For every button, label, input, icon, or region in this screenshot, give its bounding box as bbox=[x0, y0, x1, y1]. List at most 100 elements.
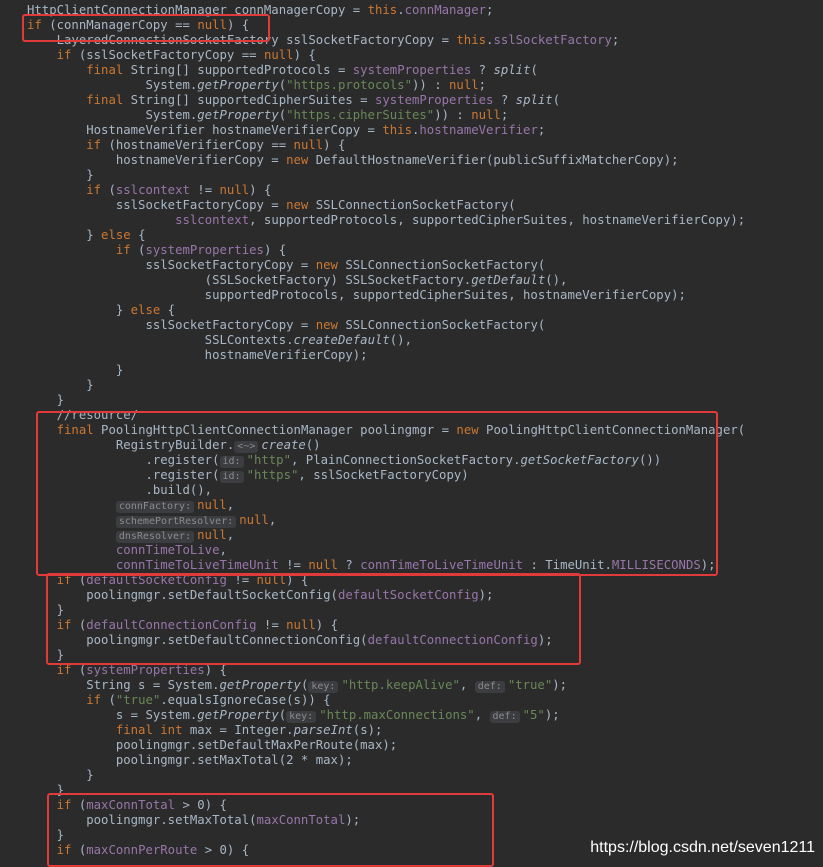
code-line[interactable]: hostnameVerifierCopy); bbox=[27, 348, 368, 363]
code-token: sslSocketFactoryCopy = bbox=[27, 198, 287, 212]
code-token: , bbox=[459, 678, 475, 692]
code-token: ) { bbox=[263, 243, 287, 257]
code-token: getProperty bbox=[197, 78, 279, 92]
code-token: "http.maxConnections" bbox=[319, 708, 475, 722]
code-line[interactable]: HostnameVerifier hostnameVerifierCopy = … bbox=[27, 123, 545, 138]
code-token: "true" bbox=[507, 678, 553, 692]
code-line[interactable]: } bbox=[27, 378, 93, 393]
code-token: final bbox=[115, 723, 153, 737]
code-token: poolingmgr.setDefaultMaxPerRoute(max); bbox=[27, 738, 398, 752]
code-line[interactable]: final String[] supportedCipherSuites = s… bbox=[27, 93, 560, 108]
highlight-box-pooling-manager bbox=[36, 411, 718, 576]
code-token: ( bbox=[300, 678, 309, 692]
code-line[interactable]: } bbox=[27, 363, 123, 378]
code-token: hostnameVerifierCopy); bbox=[27, 348, 368, 362]
code-token: ) { bbox=[204, 663, 227, 677]
code-line[interactable]: } bbox=[27, 168, 93, 183]
code-line[interactable]: if (sslSocketFactoryCopy == null) { bbox=[27, 48, 316, 63]
code-token: String[] supportedCipherSuites = bbox=[123, 93, 375, 107]
code-token: sslcontext bbox=[175, 213, 250, 227]
code-token: String s = System. bbox=[27, 678, 220, 692]
code-line[interactable]: sslcontext, supportedProtocols, supporte… bbox=[27, 213, 745, 228]
code-line[interactable]: String s = System.getProperty(key: "http.… bbox=[27, 678, 567, 693]
code-token: ? bbox=[471, 63, 494, 77]
code-token: System. bbox=[27, 108, 198, 122]
code-token: ; bbox=[500, 108, 509, 122]
code-token: (s); bbox=[352, 723, 383, 737]
code-token: hostnameVerifierCopy = bbox=[27, 153, 287, 167]
code-token: ( bbox=[552, 93, 561, 107]
code-line[interactable]: } bbox=[27, 768, 94, 783]
code-token: s = System. bbox=[27, 708, 198, 722]
code-token: SSLConnectionSocketFactory( bbox=[337, 318, 546, 332]
code-token: "https.cipherSuites" bbox=[286, 108, 435, 122]
code-line[interactable]: if (systemProperties) { bbox=[27, 663, 227, 678]
code-line[interactable]: if (sslcontext != null) { bbox=[27, 183, 271, 198]
code-token: (SSLSocketFactory) SSLSocketFactory. bbox=[27, 273, 472, 287]
code-token: (hostnameVerifierCopy == bbox=[101, 138, 294, 152]
code-line[interactable]: } bbox=[27, 393, 64, 408]
code-token: "http.keepAlive" bbox=[341, 678, 460, 692]
code-token: ; bbox=[537, 123, 546, 137]
code-token: ( bbox=[278, 708, 287, 722]
code-line[interactable]: System.getProperty("https.cipherSuites")… bbox=[27, 108, 508, 123]
code-token: ( bbox=[101, 693, 116, 707]
code-token: )) : bbox=[434, 108, 472, 122]
code-token: systemProperties bbox=[86, 663, 205, 677]
code-line[interactable]: System.getProperty("https.protocols")) :… bbox=[27, 78, 486, 93]
code-line[interactable]: sslSocketFactoryCopy = new SSLConnection… bbox=[27, 258, 545, 273]
code-line[interactable]: } else { bbox=[27, 228, 145, 243]
code-token: if bbox=[86, 138, 102, 152]
parameter-hint: key: bbox=[286, 711, 317, 723]
code-line[interactable]: final int max = Integer.parseInt(s); bbox=[27, 723, 383, 738]
code-token: ( bbox=[530, 63, 538, 77]
code-line[interactable]: (SSLSocketFactory) SSLSocketFactory.getD… bbox=[27, 273, 568, 288]
code-token: ); bbox=[544, 708, 560, 722]
code-token: max = Integer. bbox=[182, 723, 294, 737]
code-token: , bbox=[474, 708, 490, 722]
code-token: ( bbox=[278, 108, 287, 122]
code-line[interactable]: hostnameVerifierCopy = new DefaultHostna… bbox=[27, 153, 679, 168]
parameter-hint: def: bbox=[474, 681, 505, 693]
code-line[interactable]: poolingmgr.setMaxTotal(2 * max); bbox=[27, 753, 353, 768]
code-line[interactable]: } else { bbox=[27, 303, 175, 318]
code-editor[interactable]: HttpClientConnectionManager connManagerC… bbox=[0, 0, 823, 867]
code-token: sslcontext bbox=[115, 183, 190, 197]
code-token: this bbox=[382, 123, 412, 137]
code-token: systemProperties bbox=[374, 93, 494, 107]
code-line[interactable]: final String[] supportedProtocols = syst… bbox=[27, 63, 538, 78]
code-token: poolingmgr.setMaxTotal(2 * max); bbox=[27, 753, 353, 767]
code-line[interactable]: sslSocketFactoryCopy = new SSLConnection… bbox=[27, 198, 516, 213]
code-line[interactable]: supportedProtocols, supportedCipherSuite… bbox=[27, 288, 686, 303]
code-token: } bbox=[27, 363, 124, 377]
code-token: new bbox=[315, 318, 338, 332]
code-line[interactable]: s = System.getProperty(key: "http.maxConn… bbox=[27, 708, 560, 723]
code-token: ; bbox=[611, 33, 620, 47]
code-token: SSLContexts. bbox=[27, 333, 294, 347]
watermark: https://blog.csdn.net/seven1211 bbox=[590, 839, 815, 856]
code-token: } bbox=[27, 228, 102, 242]
code-line[interactable]: poolingmgr.setDefaultMaxPerRoute(max); bbox=[27, 738, 397, 753]
code-token: ( bbox=[130, 243, 146, 257]
code-token: } bbox=[27, 768, 94, 782]
code-token: } bbox=[27, 393, 65, 407]
code-line[interactable]: if (systemProperties) { bbox=[27, 243, 286, 258]
code-token: getProperty bbox=[197, 708, 279, 722]
code-token: sslSocketFactoryCopy = bbox=[27, 318, 316, 332]
code-token: getProperty bbox=[219, 678, 301, 692]
code-token: (), bbox=[545, 273, 568, 287]
code-token: getDefault bbox=[471, 273, 546, 287]
parameter-hint: def: bbox=[489, 711, 520, 723]
code-line[interactable]: if ("true".equalsIgnoreCase(s)) { bbox=[27, 693, 330, 708]
code-line[interactable]: if (hostnameVerifierCopy == null) { bbox=[27, 138, 345, 153]
code-line[interactable]: sslSocketFactoryCopy = new SSLConnection… bbox=[27, 318, 545, 333]
code-token: null bbox=[449, 78, 479, 92]
code-token: } bbox=[27, 303, 131, 317]
code-token: else bbox=[101, 228, 131, 242]
code-token: DefaultHostnameVerifier(publicSuffixMatc… bbox=[308, 153, 679, 167]
code-token: ) { bbox=[249, 183, 272, 197]
code-line[interactable]: SSLContexts.createDefault(), bbox=[27, 333, 412, 348]
